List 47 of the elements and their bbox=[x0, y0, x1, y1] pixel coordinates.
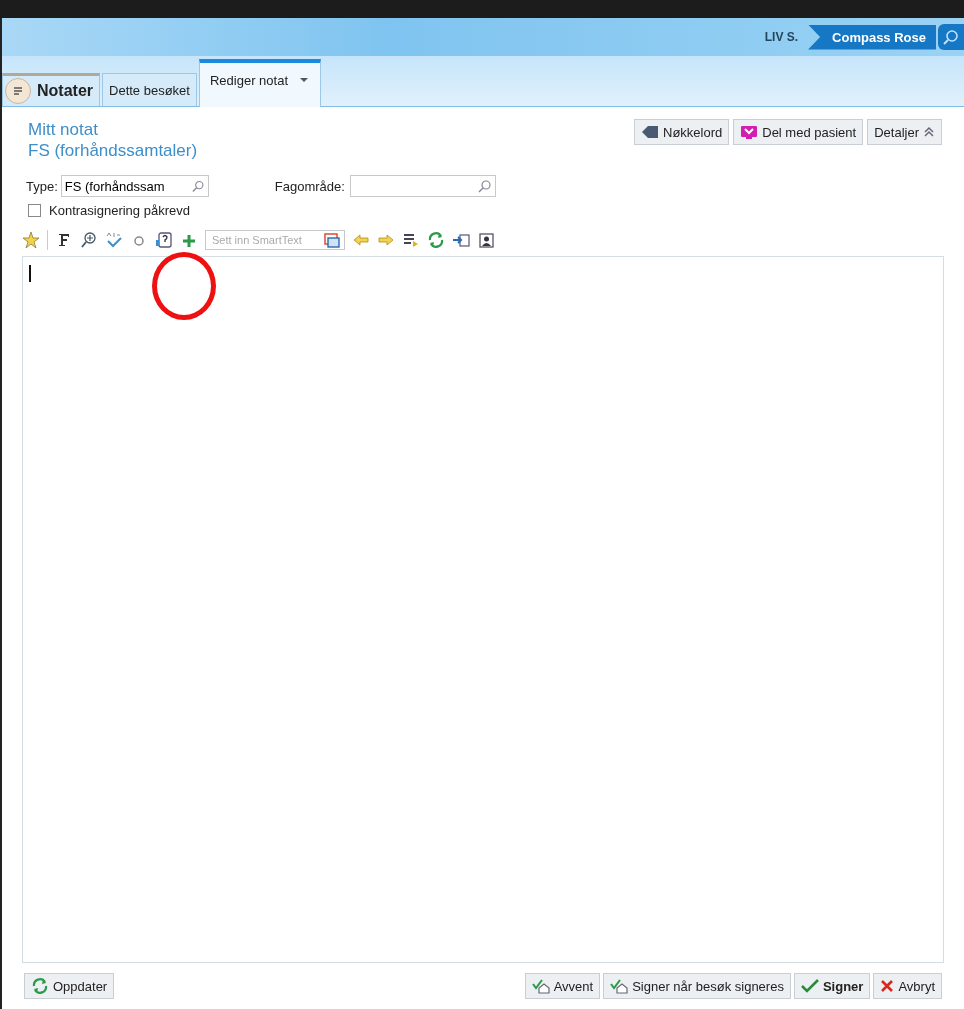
search-icon[interactable] bbox=[477, 179, 492, 193]
action-button[interactable]: Avvent bbox=[524, 973, 601, 999]
check-icon bbox=[800, 979, 819, 993]
menu-icon bbox=[5, 78, 31, 104]
action-button[interactable]: Avbryt bbox=[873, 973, 942, 999]
action-button[interactable]: Signer bbox=[793, 973, 871, 999]
checkbox-label: Kontrasignering påkrevd bbox=[49, 203, 190, 218]
zoom-icon[interactable] bbox=[80, 231, 98, 249]
location-label[interactable]: Compass Rose bbox=[808, 24, 936, 50]
note-title: Mitt notat bbox=[28, 119, 99, 140]
toolbar-button[interactable]: Nøkkelord bbox=[634, 119, 730, 145]
star-icon[interactable] bbox=[22, 231, 40, 249]
smarttext-field[interactable]: Sett inn SmartText bbox=[205, 230, 345, 250]
annotation-circle bbox=[152, 252, 216, 320]
right-arrow-icon[interactable] bbox=[377, 231, 395, 249]
sign-pending-icon bbox=[610, 978, 629, 994]
smarttext-input[interactable]: Sett inn SmartText bbox=[210, 233, 324, 247]
help-box-icon[interactable] bbox=[155, 231, 173, 249]
field-label: Fagområde: bbox=[274, 178, 345, 194]
checkbox[interactable] bbox=[28, 204, 41, 217]
search-icon[interactable] bbox=[938, 24, 964, 50]
list-arrow-icon[interactable] bbox=[402, 231, 420, 249]
type-field[interactable]: FS (forhåndssam bbox=[60, 175, 209, 197]
area-field[interactable] bbox=[349, 175, 496, 197]
toolbar-button[interactable]: Del med pasient bbox=[733, 119, 864, 145]
refresh-icon[interactable] bbox=[427, 231, 445, 249]
close-icon bbox=[880, 979, 895, 993]
windows-icon[interactable] bbox=[324, 232, 340, 248]
refresh-button[interactable]: Oppdater bbox=[24, 973, 115, 999]
action-button[interactable]: Signer når besøk signeres bbox=[603, 973, 791, 999]
toolbar-button[interactable]: Detaljer bbox=[867, 119, 942, 145]
sign-pending-icon bbox=[531, 978, 550, 994]
left-arrow-icon[interactable] bbox=[352, 231, 370, 249]
import-icon[interactable] bbox=[452, 231, 470, 249]
tab[interactable]: Notater bbox=[2, 73, 100, 106]
search-icon[interactable] bbox=[192, 179, 205, 193]
note-type-heading: FS (forhåndssamtaler) bbox=[28, 140, 198, 161]
tag-icon bbox=[641, 125, 659, 139]
user-name: LIV S. bbox=[764, 30, 799, 44]
refresh-icon bbox=[31, 977, 49, 995]
spellcheck-icon[interactable] bbox=[105, 231, 123, 249]
tab[interactable]: Rediger notat bbox=[198, 59, 321, 107]
field-label: Type: bbox=[26, 178, 58, 194]
person-box-icon[interactable] bbox=[477, 231, 495, 249]
chevron-up-icon bbox=[923, 126, 935, 138]
tab[interactable]: Dette besøket bbox=[102, 73, 197, 106]
monitor-icon bbox=[740, 124, 759, 140]
